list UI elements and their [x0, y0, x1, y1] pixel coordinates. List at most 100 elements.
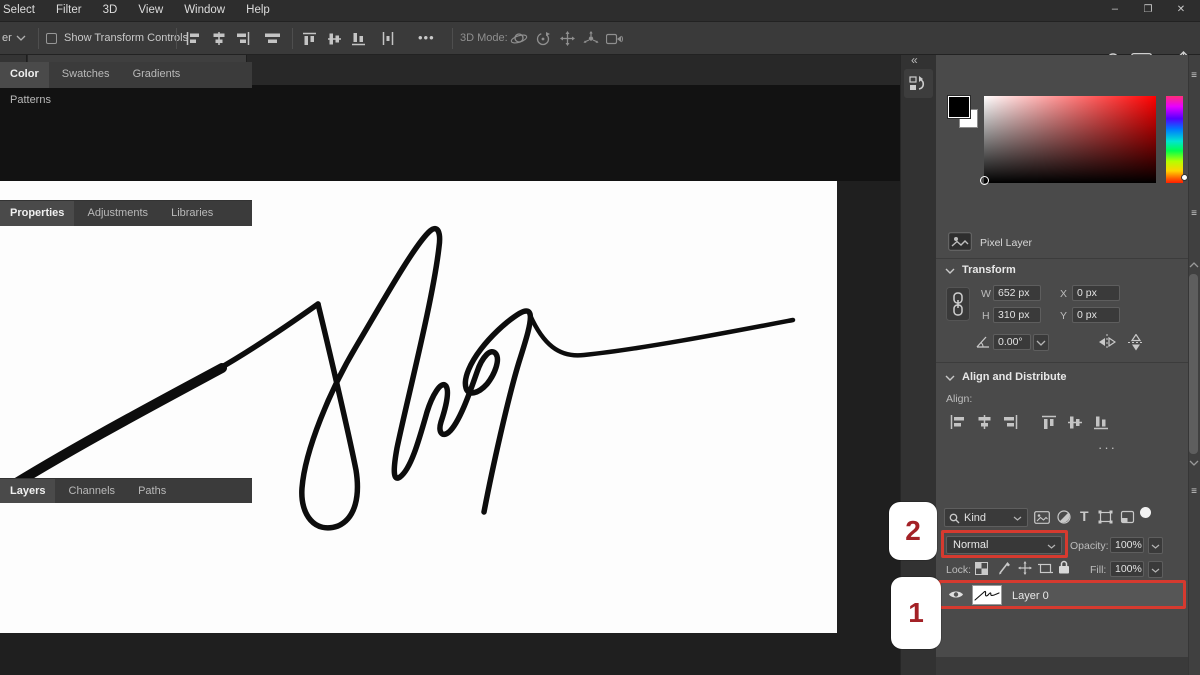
scrollbar-thumb[interactable]	[1189, 274, 1198, 454]
auto-select-dropdown[interactable]: er	[2, 32, 12, 44]
tab-color[interactable]: Color	[0, 62, 49, 88]
layers-panel-tabs: Layers Channels Paths	[0, 478, 252, 503]
fill-field[interactable]: 100%	[1110, 561, 1144, 577]
link-dimensions-icon[interactable]	[946, 287, 970, 321]
distribute-centers-icon[interactable]	[382, 32, 394, 45]
menu-filter[interactable]: Filter	[47, 0, 91, 16]
lock-all-icon[interactable]	[1058, 560, 1070, 574]
opacity-field[interactable]: 100%	[1110, 537, 1144, 553]
filter-type-layers-icon[interactable]: T	[1080, 508, 1089, 524]
align-section-title[interactable]: Align and Distribute	[962, 371, 1067, 383]
distribute-horizontal-icon[interactable]	[264, 33, 281, 44]
align-vertical-centers-icon[interactable]	[1068, 415, 1082, 430]
color-field-handle[interactable]	[980, 176, 989, 185]
align-bottom-edges-icon[interactable]	[1094, 415, 1108, 430]
close-button[interactable]: ✕	[1166, 1, 1196, 15]
show-transform-label: Show Transform Controls	[64, 32, 188, 44]
color-saturation-field[interactable]	[984, 96, 1156, 183]
3d-camera-icon[interactable]	[606, 33, 624, 45]
y-field[interactable]: 0 px	[1072, 307, 1120, 323]
tab-gradients[interactable]: Gradients	[123, 62, 191, 88]
chevron-down-icon[interactable]	[945, 375, 955, 381]
menu-window[interactable]: Window	[175, 0, 234, 16]
signature-image	[0, 181, 837, 633]
flip-horizontal-icon[interactable]	[1098, 334, 1116, 350]
3d-pan-icon[interactable]	[560, 31, 575, 46]
align-bottom-edges-icon[interactable]	[352, 32, 365, 46]
rotation-angle-icon	[976, 336, 990, 348]
chevron-down-icon[interactable]	[945, 268, 955, 274]
3d-rotate-icon[interactable]	[535, 31, 551, 46]
lock-transparent-pixels-icon[interactable]	[975, 562, 988, 575]
align-horizontal-centers-icon[interactable]	[212, 32, 226, 45]
annotation-badge-1: 1	[891, 577, 941, 649]
opacity-label: Opacity:	[1070, 540, 1109, 552]
tab-channels[interactable]: Channels	[59, 479, 125, 503]
layer-filter-toggle[interactable]	[1140, 507, 1151, 518]
rotation-dropdown[interactable]	[1033, 334, 1049, 351]
lock-label: Lock:	[946, 564, 971, 576]
align-vertical-centers-icon[interactable]	[328, 32, 341, 46]
width-label: W	[981, 288, 991, 300]
filter-smart-objects-icon[interactable]	[1120, 510, 1135, 524]
more-options-button[interactable]: •••	[418, 30, 435, 45]
height-field[interactable]: 310 px	[993, 307, 1041, 323]
layers-panel-menu-icon[interactable]: ≡	[1188, 486, 1200, 497]
filter-pixel-layers-icon[interactable]	[1034, 511, 1050, 524]
3d-orbit-icon[interactable]	[510, 31, 529, 46]
hue-slider[interactable]	[1166, 96, 1183, 183]
tab-properties[interactable]: Properties	[0, 201, 74, 226]
properties-panel-menu-icon[interactable]: ≡	[1188, 208, 1200, 219]
tab-layers[interactable]: Layers	[0, 479, 55, 503]
pasteboard-top	[0, 85, 900, 181]
flip-vertical-icon[interactable]	[1128, 334, 1144, 351]
show-transform-checkbox[interactable]	[46, 33, 57, 44]
fill-label: Fill:	[1090, 564, 1106, 576]
restore-button[interactable]: ❐	[1133, 1, 1163, 15]
fill-scrubber[interactable]	[1148, 561, 1163, 578]
collapse-panels-icon[interactable]: «	[911, 53, 918, 67]
tab-libraries[interactable]: Libraries	[161, 201, 223, 226]
align-right-edges-icon[interactable]	[236, 32, 250, 45]
filter-adjustment-layers-icon[interactable]	[1057, 510, 1071, 524]
transform-section-title[interactable]: Transform	[962, 264, 1016, 276]
history-panel-icon[interactable]	[904, 69, 933, 98]
minimize-button[interactable]: –	[1100, 0, 1130, 15]
tab-adjustments[interactable]: Adjustments	[77, 201, 158, 226]
hue-slider-handle[interactable]	[1181, 174, 1188, 181]
image-canvas[interactable]	[0, 181, 837, 633]
kind-label: Kind	[964, 512, 986, 524]
menu-help[interactable]: Help	[237, 0, 279, 16]
menu-select[interactable]: Select	[0, 0, 44, 16]
menu-view[interactable]: View	[129, 0, 172, 16]
align-left-edges-icon[interactable]	[950, 415, 965, 429]
lock-image-pixels-icon[interactable]	[998, 561, 1011, 575]
rotation-field[interactable]: 0.00°	[993, 334, 1031, 350]
3d-slide-icon[interactable]	[583, 31, 599, 46]
lock-position-icon[interactable]	[1018, 561, 1032, 575]
height-label: H	[982, 310, 990, 322]
filter-shape-layers-icon[interactable]	[1098, 510, 1113, 524]
scrollbar-down-arrow[interactable]	[1189, 460, 1199, 466]
align-horizontal-centers-icon[interactable]	[977, 415, 992, 429]
opacity-scrubber[interactable]	[1148, 537, 1163, 554]
width-field[interactable]: 652 px	[993, 285, 1041, 301]
tab-swatches[interactable]: Swatches	[52, 62, 120, 88]
canvas-area	[0, 85, 900, 675]
align-right-edges-icon[interactable]	[1003, 415, 1018, 429]
lock-artboard-icon[interactable]	[1038, 562, 1053, 575]
foreground-color-swatch[interactable]	[948, 96, 970, 118]
scrollbar-up-arrow[interactable]	[1189, 262, 1199, 268]
align-top-edges-icon[interactable]	[1042, 415, 1056, 430]
menu-3d[interactable]: 3D	[94, 0, 127, 16]
tab-patterns[interactable]: Patterns	[0, 88, 61, 114]
x-field[interactable]: 0 px	[1072, 285, 1120, 301]
align-left-edges-icon[interactable]	[186, 32, 200, 45]
align-more-button[interactable]: ···	[1098, 440, 1117, 455]
tab-paths[interactable]: Paths	[128, 479, 176, 503]
pixel-layer-icon	[948, 232, 972, 251]
color-panel-menu-icon[interactable]: ≡	[1188, 70, 1200, 81]
align-top-edges-icon[interactable]	[303, 32, 316, 46]
chevron-down-icon[interactable]	[16, 35, 26, 41]
layer-filter-kind-dropdown[interactable]: Kind	[944, 508, 1028, 527]
